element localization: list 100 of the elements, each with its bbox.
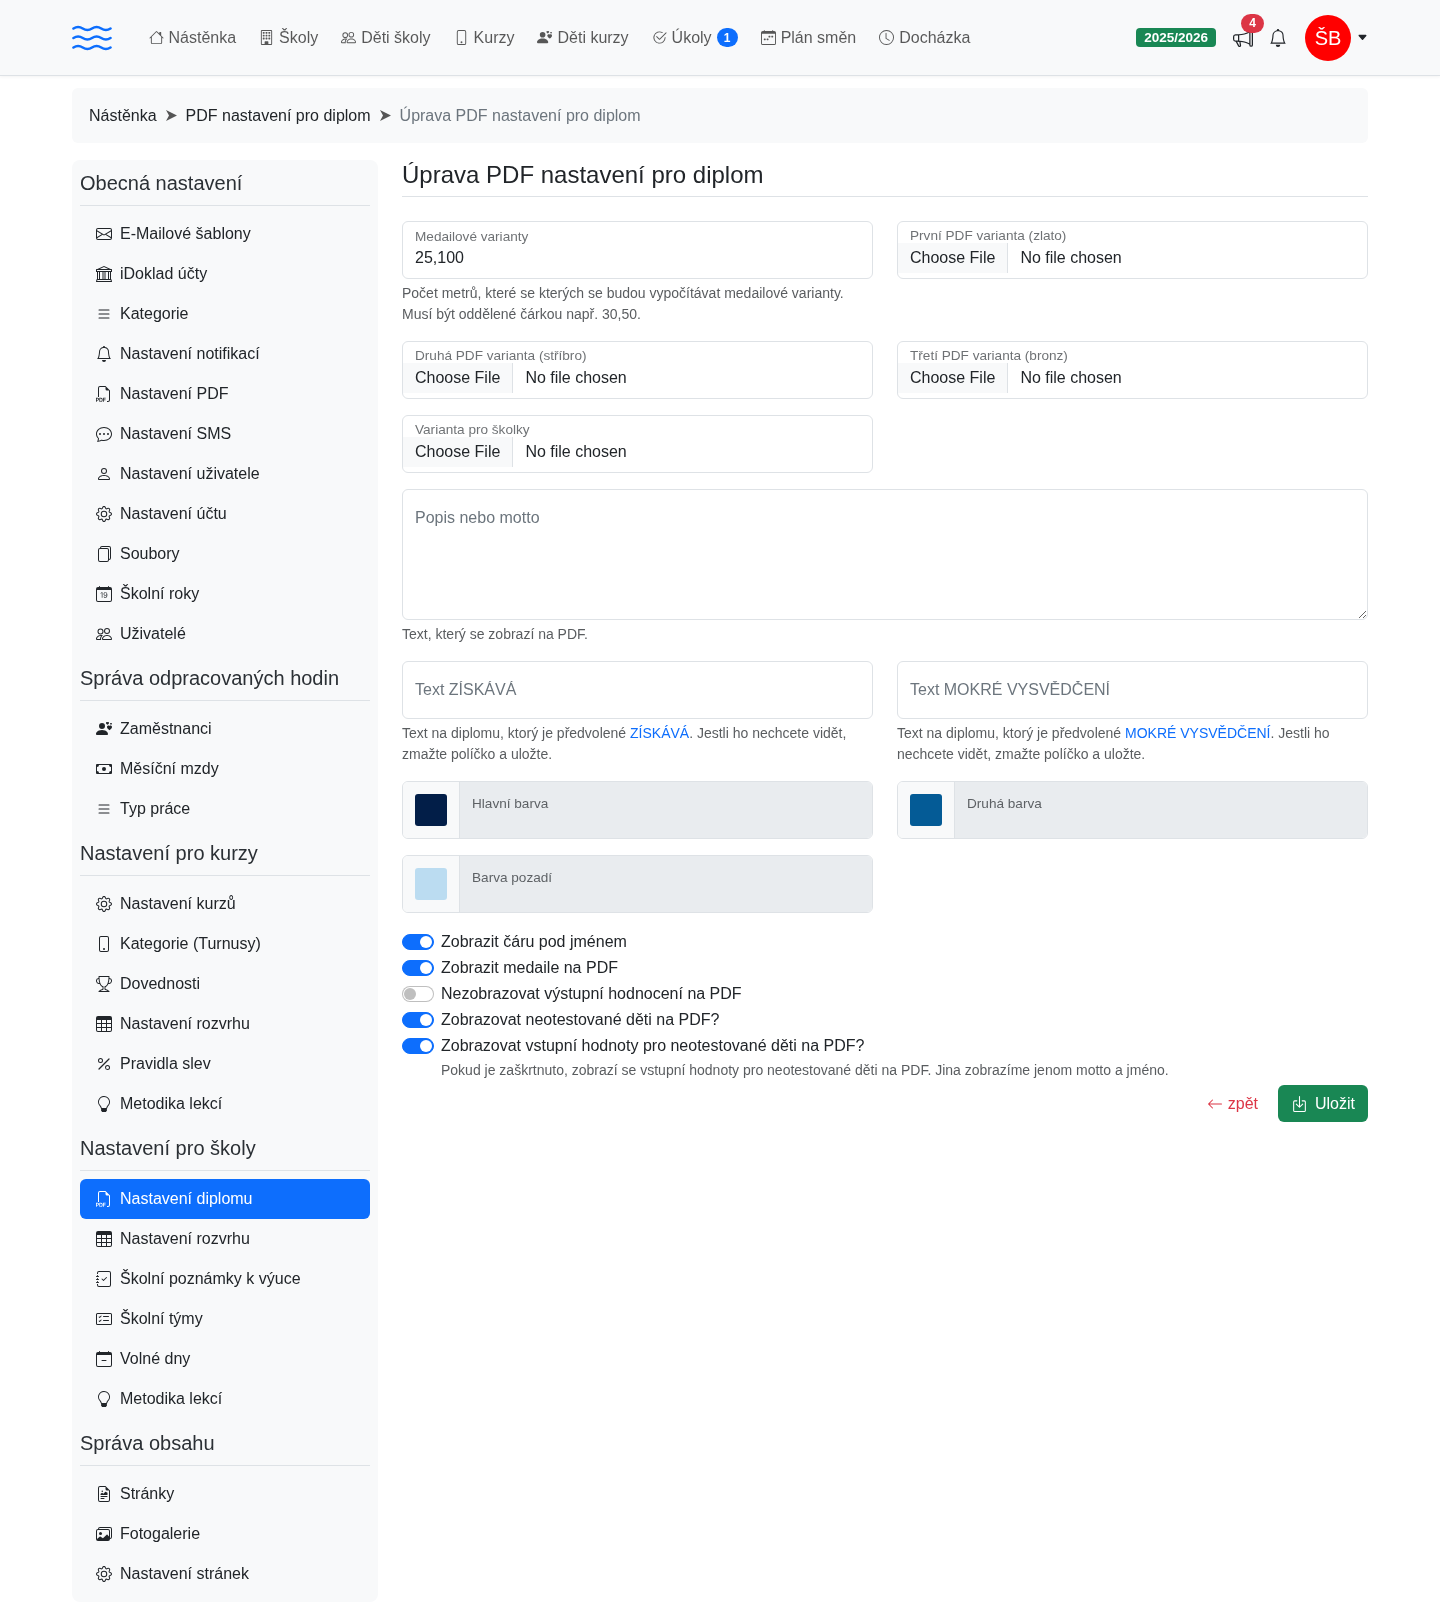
field-label: Medailové varianty	[415, 229, 529, 245]
avatar[interactable]: ŠB	[1305, 14, 1351, 61]
sidebar-item[interactable]: Nastavení kurzů	[80, 884, 370, 924]
sidebar-item[interactable]: Nastavení notifikací	[80, 334, 370, 374]
sidebar-item[interactable]: iDoklad účty	[80, 254, 370, 294]
section-heading: Nastavení pro školy	[80, 1136, 257, 1161]
choose-file-button[interactable]: Choose File	[898, 363, 1009, 393]
save-button[interactable]: Uložit	[1278, 1085, 1368, 1122]
sidebar-item[interactable]: Školní poznámky k výuce	[80, 1259, 370, 1299]
sidebar-item[interactable]: Nastavení účtu	[80, 494, 370, 534]
people-icon	[96, 626, 112, 642]
gear-icon	[96, 896, 112, 912]
sidebar-item[interactable]: Soubory	[80, 534, 370, 574]
toggle-switch[interactable]	[402, 934, 434, 950]
gear-icon	[96, 506, 112, 522]
count-badge: 4	[1241, 13, 1264, 33]
field-label: Druhá PDF varianta (stříbro)	[415, 349, 587, 363]
nav-link[interactable]: Nástěnka	[137, 17, 248, 58]
sidebar-item[interactable]: Nastavení rozvrhu	[80, 1004, 370, 1044]
section-heading: Nastavení pro kurzy	[80, 841, 259, 866]
section-heading: Správa obsahu	[80, 1431, 216, 1456]
phone-icon	[96, 936, 112, 952]
nav-link[interactable]: Plán směn	[749, 17, 868, 58]
card-checklist-icon	[96, 1311, 112, 1327]
color-field[interactable]: Hlavní barva	[402, 781, 873, 839]
breadcrumb-link[interactable]: PDF nastavení pro diplom	[185, 103, 371, 128]
notifications-button[interactable]	[1269, 28, 1287, 47]
caret-icon	[1357, 32, 1368, 43]
announcements-button[interactable]: 4	[1233, 13, 1264, 48]
nav-link[interactable]: Děti školy	[329, 17, 443, 58]
file-field[interactable]: Třetí PDF varianta (bronz) Choose File No file chosen	[897, 341, 1368, 399]
color-field[interactable]: Barva pozadí	[402, 855, 873, 913]
sidebar-item[interactable]: Stránky	[80, 1474, 370, 1514]
choose-file-button[interactable]: Choose File	[403, 363, 514, 393]
bank-icon	[96, 266, 112, 282]
sidebar-item[interactable]: E-Mailové šablony	[80, 214, 370, 254]
nav-link[interactable]: Kurzy	[442, 17, 526, 58]
checklist-notebook-icon	[96, 1271, 112, 1287]
person-hearts-icon	[96, 721, 112, 737]
file-status-text: No file chosen	[525, 368, 627, 388]
sidebar-item[interactable]: Volné dny	[80, 1339, 370, 1379]
toggle-switch[interactable]	[402, 1038, 434, 1054]
back-link[interactable]: zpět	[1206, 1091, 1258, 1116]
sidebar-item[interactable]: Dovednosti	[80, 964, 370, 1004]
help-link[interactable]: MOKRÉ VYSVĚDČENÍ	[1125, 725, 1271, 741]
toggle-switch[interactable]	[402, 1012, 434, 1028]
page-title: Úprava PDF nastavení pro diplom	[402, 160, 1368, 197]
chat-dots-icon	[96, 426, 112, 442]
sidebar-item[interactable]: Nastavení stránek	[80, 1554, 370, 1594]
sidebar-item[interactable]: Školní týmy	[80, 1299, 370, 1339]
document-icon	[96, 1486, 112, 1502]
house-icon	[148, 30, 164, 45]
color-swatch-icon[interactable]	[910, 794, 942, 826]
toggle-switch[interactable]	[402, 960, 434, 976]
color-swatch-icon[interactable]	[415, 868, 447, 900]
sidebar-item[interactable]: Typ práce	[80, 789, 370, 829]
text-field[interactable]: Text ZÍSKÁVÁ	[402, 661, 873, 719]
sidebar-item[interactable]: Fotogalerie	[80, 1514, 370, 1554]
sidebar-item[interactable]: Kategorie (Turnusy)	[80, 924, 370, 964]
sidebar-item[interactable]: Pravidla slev	[80, 1044, 370, 1084]
sidebar-item[interactable]: Měsíční mzdy	[80, 749, 370, 789]
people-icon	[341, 30, 357, 45]
sidebar-item[interactable]: Nastavení uživatele	[80, 454, 370, 494]
section-heading: Obecná nastavení	[80, 171, 244, 196]
sidebar-item[interactable]: Nastavení SMS	[80, 414, 370, 454]
help-text: Počet metrů, které se kterých se budou vypočítávat medailové varianty. Musí být oddělené čárkou např. 30,50.	[402, 284, 845, 324]
building-icon	[259, 30, 275, 45]
trophy-icon	[96, 976, 112, 992]
field-label: Varianta pro školky	[415, 423, 530, 437]
sidebar-item[interactable]: Školní roky	[80, 574, 370, 614]
waves-logo[interactable]	[72, 24, 112, 51]
sidebar-item[interactable]: Nastavení rozvrhu	[80, 1219, 370, 1259]
color-swatch-icon[interactable]	[415, 794, 447, 826]
sidebar-item[interactable]: Zaměstnanci	[80, 709, 370, 749]
sidebar-item[interactable]: Metodika lekcí	[80, 1379, 370, 1419]
sidebar-item[interactable]: Metodika lekcí	[80, 1084, 370, 1124]
sidebar-item[interactable]: Kategorie	[80, 294, 370, 334]
file-field[interactable]: První PDF varianta (zlato) Choose File No file chosen	[897, 221, 1368, 279]
pdf-file-icon	[96, 1191, 112, 1207]
nav-link[interactable]: Docházka	[867, 17, 982, 58]
user-menu-toggle[interactable]	[1357, 32, 1368, 43]
text-field[interactable]: Text MOKRÉ VYSVĚDČENÍ	[897, 661, 1368, 719]
sidebar-item[interactable]: Nastavení diplomu	[80, 1179, 370, 1219]
sidebar-item[interactable]: Uživatelé	[80, 614, 370, 654]
arrowhead-icon	[165, 110, 177, 121]
person-icon	[96, 466, 112, 482]
file-field[interactable]: Druhá PDF varianta (stříbro) Choose File No file chosen	[402, 341, 873, 399]
gear-icon	[96, 1566, 112, 1582]
color-field[interactable]: Druhá barva	[897, 781, 1368, 839]
textarea-field[interactable]: Popis nebo motto	[402, 489, 1368, 620]
choose-file-button[interactable]: Choose File	[898, 243, 1009, 273]
nav-link[interactable]: Úkoly 1	[640, 17, 750, 58]
nav-link[interactable]: Děti kurzy	[526, 17, 641, 58]
file-field[interactable]: Varianta pro školky Choose File No file chosen	[402, 415, 873, 473]
breadcrumb-link[interactable]: Nástěnka	[89, 103, 157, 128]
choose-file-button[interactable]: Choose File	[403, 437, 514, 467]
nav-link[interactable]: Školy	[247, 17, 330, 58]
sidebar-item[interactable]: Nastavení PDF	[80, 374, 370, 414]
person-hearts-icon	[537, 30, 553, 45]
field-label: Barva pozadí	[472, 870, 553, 885]
